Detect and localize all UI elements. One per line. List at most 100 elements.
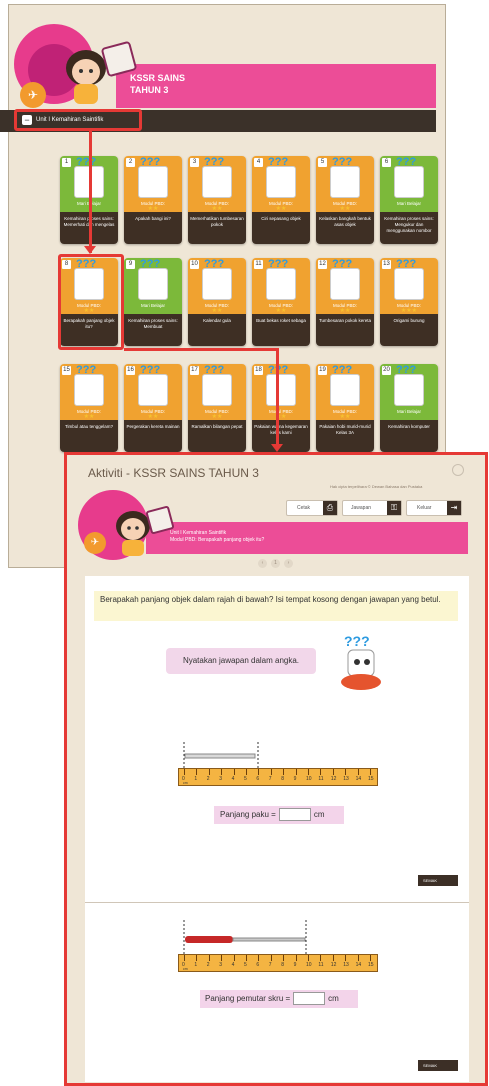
ruler-tick (308, 769, 309, 775)
ruler-number: 15 (368, 962, 374, 968)
ruler-tick (357, 769, 359, 775)
ruler-number: 1 (194, 776, 198, 782)
ruler-tick (270, 955, 272, 961)
exit-button[interactable]: Keluar ⇥ (406, 500, 462, 516)
module-card[interactable]: ??? 19 Modul PBD: ★★ Pakaian hobi murid-muri… (316, 364, 374, 452)
question-marks-icon: ??? (140, 156, 161, 168)
ruler-tick (332, 769, 334, 775)
worksheet-icon (138, 268, 168, 300)
annotation-arrow-head (271, 444, 283, 452)
module-card[interactable]: ??? 11 Modul PBD: ★★ Buat bekas roket sebaga (252, 258, 310, 346)
module-card[interactable]: ??? 3 Modul PBD: ★★ Memerhatikan tumbesaran … (188, 156, 246, 244)
card-stars: ★★ (275, 308, 287, 314)
card-stars: ★★ (83, 414, 95, 420)
worksheet-icon (394, 268, 424, 300)
check-button[interactable]: SEMAK (418, 1060, 458, 1071)
page-navigator: ‹ 1 › (258, 559, 298, 569)
ruler-number: 4 (231, 776, 235, 782)
module-card[interactable]: ??? 15 Modul PBD: ★★ Timbul atau tenggelam? (60, 364, 118, 452)
paper-plane-icon[interactable]: ✈ (20, 82, 46, 108)
module-card[interactable]: ??? 6 Mari Belajar Kemahiran proses sains: … (380, 156, 438, 244)
nail-length-input[interactable] (278, 808, 311, 822)
ruler-number: 13 (343, 962, 349, 968)
module-card[interactable]: ??? 20 Mari Belajar Kemahiran komputer (380, 364, 438, 452)
screwdriver-length-input[interactable] (293, 992, 326, 1006)
worksheet-icon (330, 374, 360, 406)
ruler-tick (370, 955, 371, 961)
ruler-number: 8 (281, 962, 284, 968)
module-card[interactable]: ??? 16 Modul PBD: ★★ Pergerakan kereta maina… (124, 364, 182, 452)
robot-mascot-image: ??? (336, 632, 386, 692)
question-marks-icon: ??? (204, 156, 225, 168)
ruler-tick (320, 955, 322, 961)
module-card[interactable]: ??? 5 Modul PBD: ★★ Kelaskan bangkah bentuk … (316, 156, 374, 244)
module-card[interactable]: ??? 4 Modul PBD: ★★ Ciri sepasang objek (252, 156, 310, 244)
ruler-number: 13 (343, 776, 349, 782)
next-page-button[interactable]: › (284, 559, 293, 568)
card-number: 5 (318, 158, 327, 167)
module-card[interactable]: ??? 10 Modul PBD: ★★ Kalendar gula (188, 258, 246, 346)
ruler-number: 10 (306, 962, 312, 968)
prev-page-button[interactable]: ‹ (258, 559, 267, 568)
ruler-number: 9 (293, 776, 297, 782)
ruler-number: 10 (306, 776, 312, 782)
card-number: 1 (62, 158, 71, 167)
module-card[interactable]: ??? 17 Modul PBD: ★★ Ramalkan bilangan pepat (188, 364, 246, 452)
card-number: 12 (318, 260, 327, 269)
card-title: Ciri sepasang objek (261, 216, 301, 221)
card-title: Ramalkan bilangan pepat (191, 424, 243, 429)
card-stars: ★★ (211, 414, 223, 420)
key-icon: ⚿ (387, 501, 401, 515)
card-number: 15 (62, 366, 71, 375)
worksheet-icon (202, 166, 232, 198)
ruler-tick (345, 769, 347, 775)
card-stars: ★★ (147, 206, 159, 212)
ruler-number: 6 (256, 962, 260, 968)
module-card[interactable]: ??? 13 Modul PBD: ★★★ Origami burung (380, 258, 438, 346)
module-card[interactable]: ??? 12 Modul PBD: ★★ Tumbesaran pokok kereta (316, 258, 374, 346)
question-marks-icon: ??? (396, 156, 417, 168)
paper-plane-icon[interactable]: ✈ (84, 532, 106, 554)
ruler-tick (357, 955, 359, 961)
ruler-number: 2 (206, 776, 210, 782)
hint-bubble: Nyatakan jawapan dalam angka. (166, 648, 316, 674)
ruler-number: 1 (194, 962, 198, 968)
answer-button[interactable]: Jawapan ⚿ (342, 500, 402, 516)
ruler-tick (184, 769, 185, 775)
ruler-screwdriver: 0 1 2 3 4 5 6 7 8 9 10 11 12 13 14 15 cm (178, 954, 378, 972)
ruler-tick (184, 955, 185, 961)
ruler-tick (295, 955, 297, 961)
ruler-number: 2 (206, 962, 210, 968)
card-stars: ★★ (211, 206, 223, 212)
card-title: Pakaian warna kegemaran kelas kami (254, 424, 308, 435)
answer-row-screwdriver: Panjang pemutar skru = cm (200, 990, 358, 1008)
card-stars: ★★ (211, 308, 223, 314)
module-card[interactable]: ???18Modul PBD:★★Pakaian warna kegemaran… (252, 364, 310, 452)
card-number: 13 (382, 260, 391, 269)
check-button[interactable]: SEMAK (418, 875, 458, 886)
module-card[interactable]: ??? 2 Modul PBD: ★★ Apakah bangi ini? (124, 156, 182, 244)
question-marks-icon: ??? (76, 364, 97, 376)
module-card[interactable]: ??? 9 Mari Belajar Kemahiran proses sains: … (124, 258, 182, 346)
card-type: Mari Belajar (140, 303, 165, 308)
ruler-number: 14 (355, 776, 362, 782)
annotation-connector-line (124, 348, 278, 351)
copyright-text: Hak cipta terpelihara © Dewan Bahasa dan… (330, 484, 423, 489)
svg-text:???: ??? (344, 633, 370, 649)
card-number: 16 (126, 366, 135, 375)
print-button[interactable]: Cetak ⎙ (286, 500, 338, 516)
worksheet-icon (266, 268, 296, 300)
zoom-icon[interactable] (452, 464, 464, 476)
worksheet-icon (266, 374, 296, 406)
question-marks-icon: ??? (332, 156, 353, 168)
ruler-number: 14 (355, 962, 362, 968)
card-number: 4 (254, 158, 263, 167)
card-title: Kelaskan bangkah bentuk asas objek (319, 216, 371, 227)
ruler-tick (208, 769, 210, 775)
card-type: Mari Belajar (396, 201, 421, 206)
ruler-tick (233, 955, 235, 961)
card-number: 2 (126, 158, 135, 167)
card-title: Kemahiran proses sains: Membuat (128, 318, 178, 329)
page-number[interactable]: 1 (271, 559, 280, 568)
question-text: Berapakah panjang objek dalam rajah di b… (94, 591, 458, 621)
